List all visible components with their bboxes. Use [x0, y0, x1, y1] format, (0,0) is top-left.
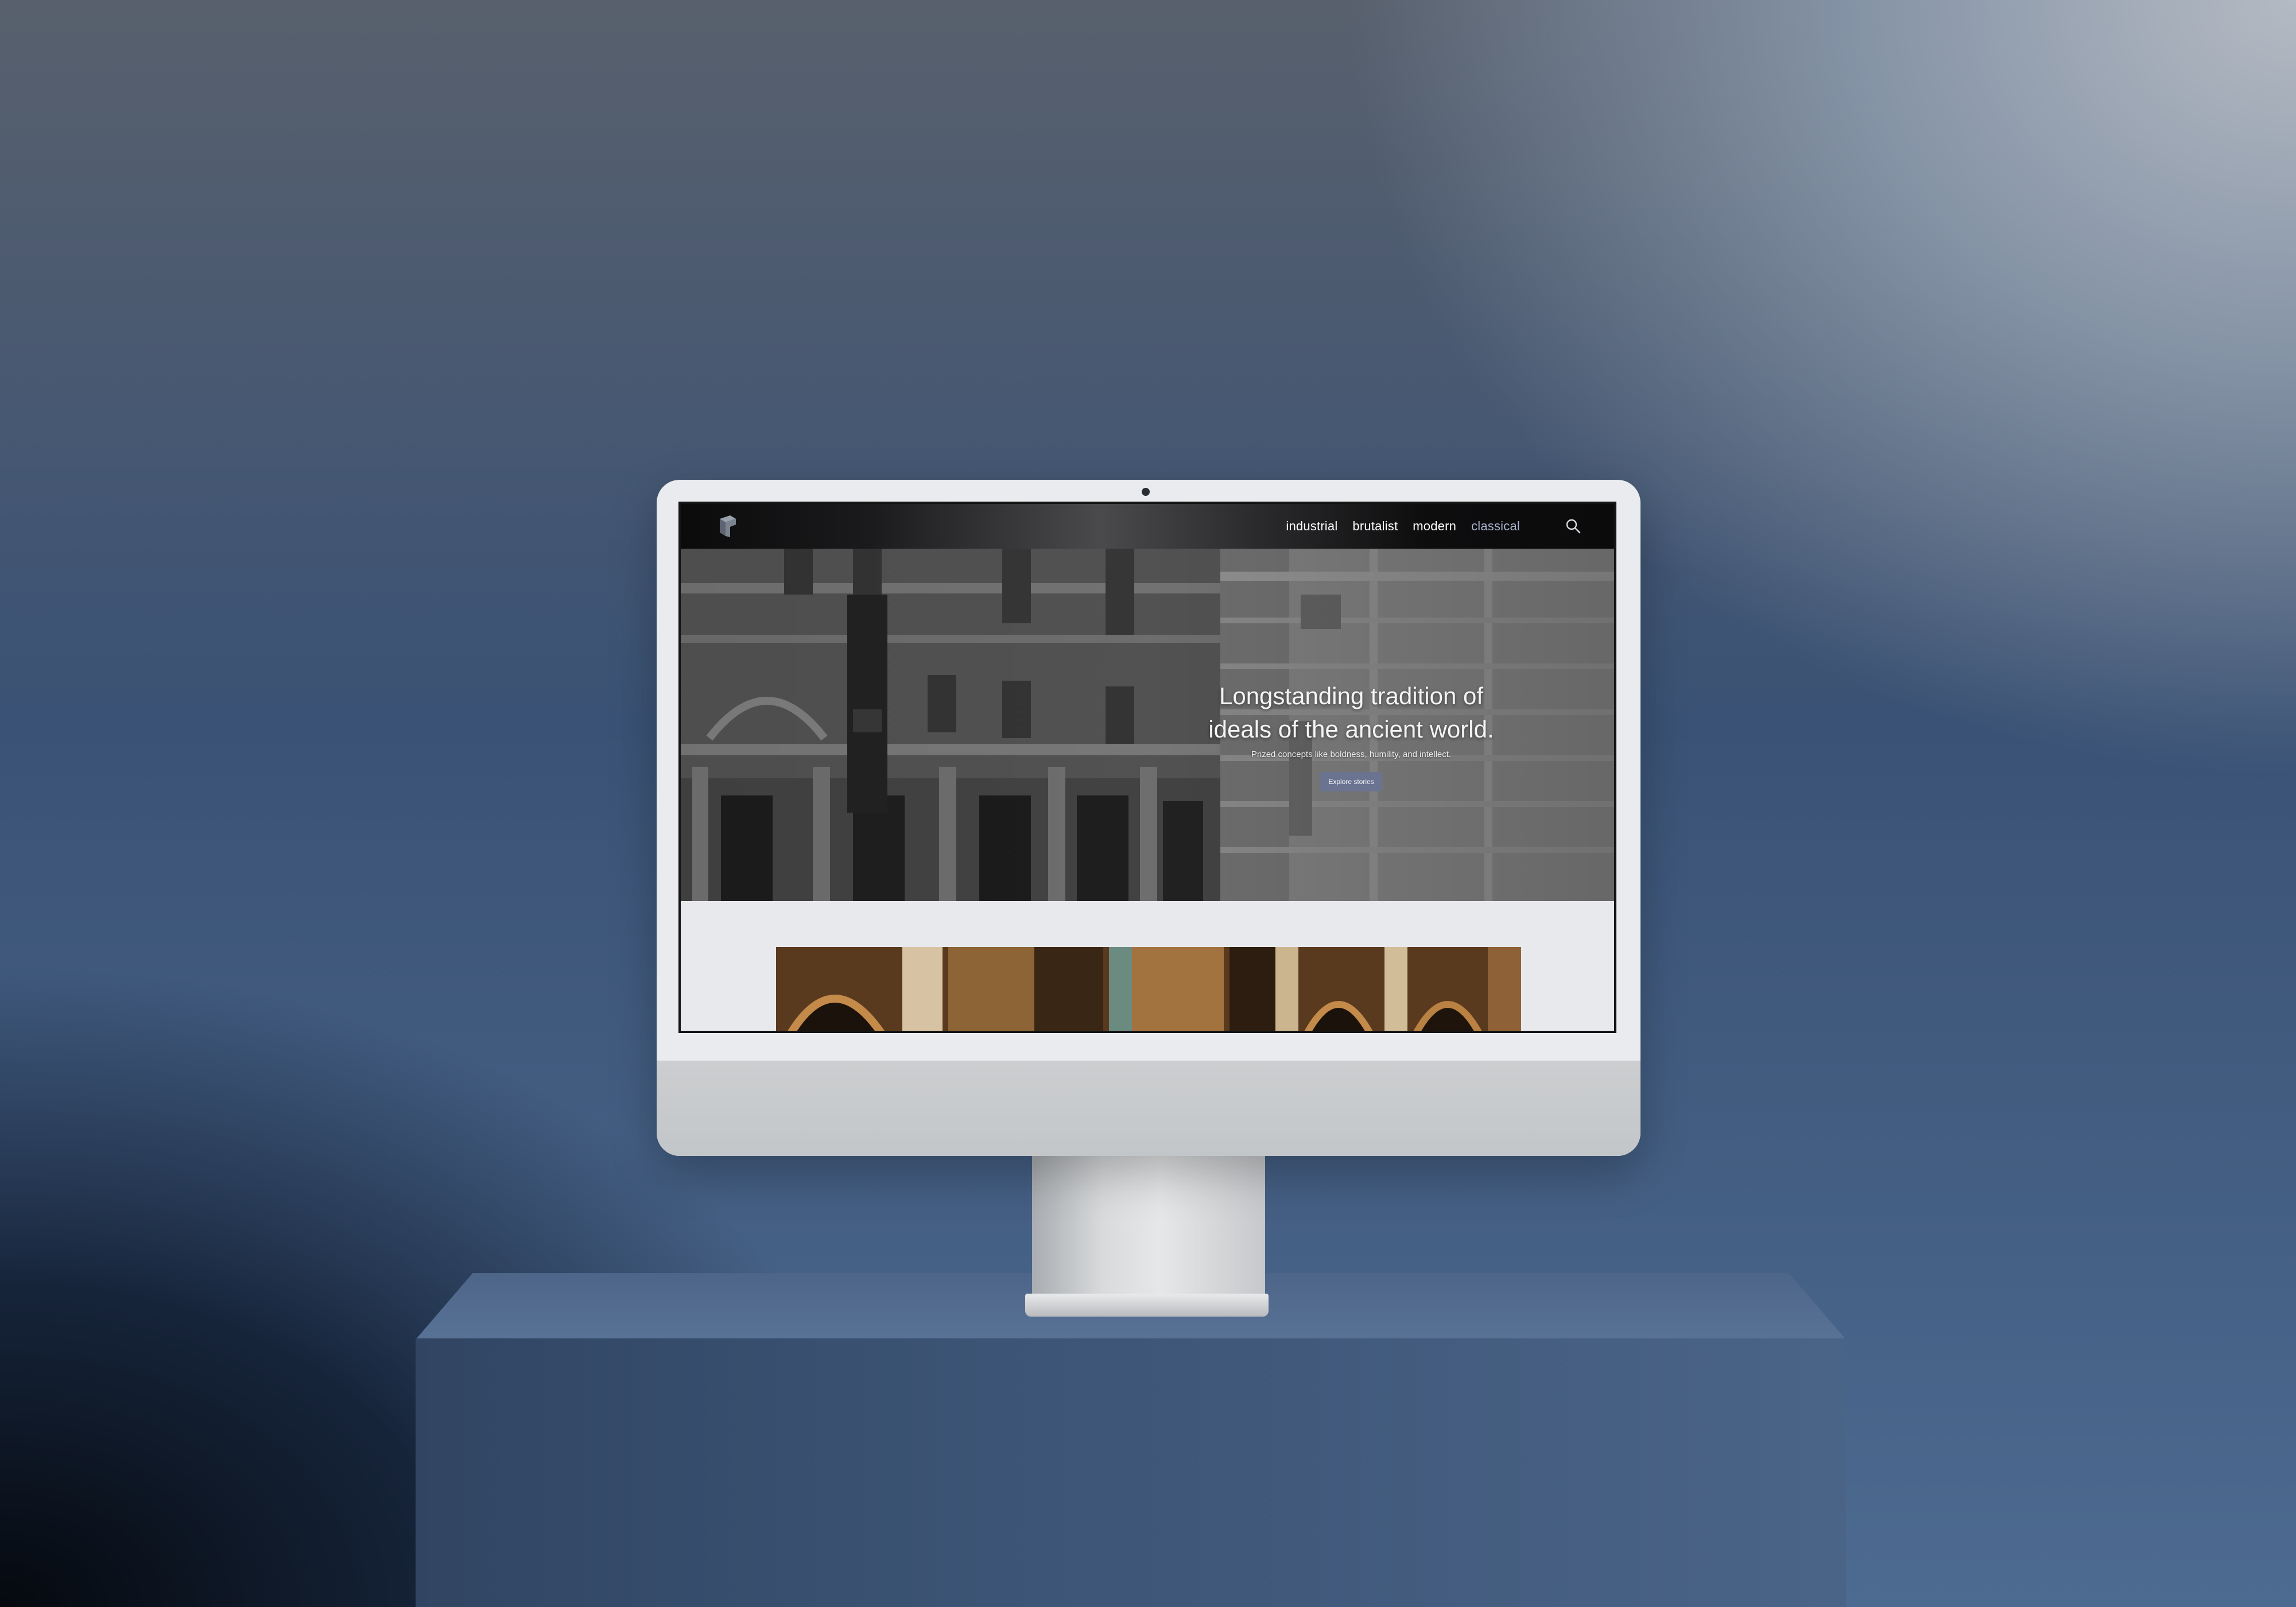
search-icon[interactable]	[1565, 518, 1582, 535]
monitor: industrial brutalist modern classical Lo…	[657, 480, 1640, 1156]
nav-links: industrial brutalist modern classical	[1286, 504, 1520, 549]
nav-link-modern[interactable]: modern	[1413, 519, 1456, 534]
explore-stories-button[interactable]: Explore stories	[1320, 772, 1382, 791]
hero-title-line1: Longstanding tradition of	[1219, 682, 1483, 709]
camera	[1142, 488, 1150, 496]
hero-section: Longstanding tradition of ideals of the …	[681, 549, 1614, 901]
nav-link-classical[interactable]: classical	[1471, 519, 1520, 534]
site-header: industrial brutalist modern classical	[681, 504, 1614, 549]
content-section	[681, 901, 1614, 1031]
hero-title: Longstanding tradition of ideals of the …	[1196, 680, 1506, 746]
logo-icon[interactable]	[718, 515, 738, 537]
hero-copy: Longstanding tradition of ideals of the …	[1196, 680, 1506, 791]
monitor-stand	[1032, 1154, 1265, 1297]
monitor-stand-foot	[1025, 1294, 1269, 1317]
hero-title-line2: ideals of the ancient world.	[1208, 716, 1494, 743]
hero-subtitle: Prized concepts like boldness, humility,…	[1251, 750, 1452, 759]
monitor-chin	[657, 1061, 1640, 1156]
screen: industrial brutalist modern classical Lo…	[678, 502, 1616, 1033]
pedestal-front	[416, 1338, 1846, 1607]
nav-link-brutalist[interactable]: brutalist	[1352, 519, 1398, 534]
nav-link-industrial[interactable]: industrial	[1286, 519, 1337, 534]
feature-architecture-image	[776, 947, 1521, 1031]
